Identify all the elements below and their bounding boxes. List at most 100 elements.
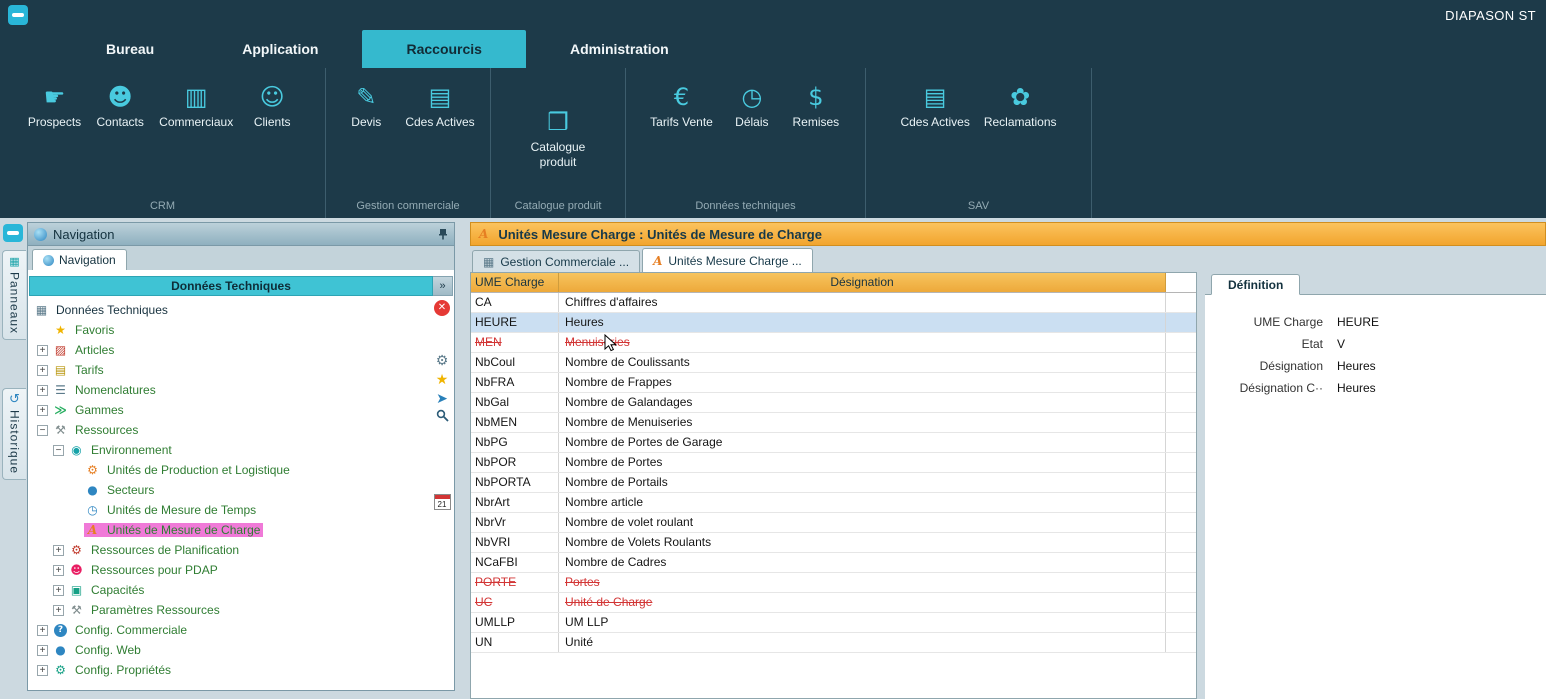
contacts-button[interactable]: ☻ Contacts — [89, 80, 151, 132]
expand-icon[interactable]: + — [53, 605, 64, 616]
field-value[interactable]: HEURE — [1337, 315, 1379, 329]
field-label: Désignation — [1215, 359, 1323, 373]
field-value[interactable]: Heures — [1337, 381, 1376, 395]
tree-item[interactable]: − ⚒ Ressources — [28, 420, 430, 440]
table-row[interactable]: NbPGNombre de Portes de Garage — [471, 433, 1196, 453]
tree-item[interactable]: + ▨ Articles — [28, 340, 430, 360]
commerciaux-button[interactable]: ▥ Commerciaux — [153, 80, 239, 132]
table-row[interactable]: NbrVrNombre de volet roulant — [471, 513, 1196, 533]
dock-collapse-button[interactable] — [3, 224, 23, 242]
collapse-icon[interactable]: − — [53, 445, 64, 456]
expand-icon[interactable]: + — [37, 385, 48, 396]
field-value[interactable]: V — [1337, 337, 1345, 351]
sav-cdes-actives-button[interactable]: ▤ Cdes Actives — [894, 80, 975, 132]
reclamations-button[interactable]: ✿ Reclamations — [978, 80, 1063, 132]
table-row-deleted[interactable]: MENMenuiseries — [471, 333, 1196, 353]
field-value[interactable]: Heures — [1337, 359, 1376, 373]
tree-item[interactable]: + ≫ Gammes — [28, 400, 430, 420]
tree-item[interactable]: + ☻ Ressources pour PDAP — [28, 560, 430, 580]
table-row[interactable]: NCaFBINombre de Cadres — [471, 553, 1196, 573]
cdes-actives-button[interactable]: ▤ Cdes Actives — [399, 80, 480, 132]
tab-gestion-commerciale[interactable]: ▦ Gestion Commerciale ... — [472, 250, 640, 272]
table-row[interactable]: UNUnité — [471, 633, 1196, 653]
tree-item[interactable]: + ⚒ Paramètres Ressources — [28, 600, 430, 620]
expand-icon[interactable]: + — [37, 405, 48, 416]
group-label-donnees-techniques: Données techniques — [626, 196, 865, 218]
expand-icon[interactable]: + — [37, 625, 48, 636]
clients-button[interactable]: ☺ Clients — [241, 80, 303, 132]
expand-icon[interactable]: + — [53, 565, 64, 576]
table-row-deleted[interactable]: PORTEPortes — [471, 573, 1196, 593]
table-row[interactable]: UMLLPUM LLP — [471, 613, 1196, 633]
calendar-icon[interactable]: 21 — [434, 494, 451, 510]
tree-item[interactable]: − ◉ Environnement — [28, 440, 430, 460]
tree-item[interactable]: ★ Favoris — [28, 320, 430, 340]
table-row[interactable]: NbGalNombre de Galandages — [471, 393, 1196, 413]
tab-label: Historique — [8, 410, 22, 474]
definition-panel: Définition UME Charge HEURE Etat V Désig… — [1205, 272, 1546, 699]
tree-item[interactable]: + ⚙ Config. Propriétés — [28, 660, 430, 680]
ribbon-tab-bureau[interactable]: Bureau — [62, 30, 198, 68]
ribbon-tab-application[interactable]: Application — [198, 30, 362, 68]
delais-button[interactable]: ◷ Délais — [721, 80, 783, 132]
tab-historique[interactable]: ↺ Historique — [2, 388, 26, 480]
tree-item[interactable]: + ● Config. Web — [28, 640, 430, 660]
expand-icon[interactable]: + — [37, 365, 48, 376]
favorites-star-icon[interactable]: ★ — [436, 371, 449, 390]
navigation-tab[interactable]: Navigation — [32, 249, 127, 270]
tree-item[interactable]: + ▤ Tarifs — [28, 360, 430, 380]
expand-icon[interactable]: + — [37, 345, 48, 356]
tree-item[interactable]: + ☰ Nomenclatures — [28, 380, 430, 400]
expand-icon[interactable]: + — [37, 665, 48, 676]
expand-icon[interactable]: + — [37, 645, 48, 656]
close-icon[interactable]: ✕ — [434, 300, 450, 316]
ribbon-tab-administration[interactable]: Administration — [526, 30, 713, 68]
table-row[interactable]: NbrArtNombre article — [471, 493, 1196, 513]
cell-code: NbrVr — [471, 513, 559, 532]
table-row[interactable]: NbVRINombre de Volets Roulants — [471, 533, 1196, 553]
column-header-ume-charge[interactable]: UME Charge — [471, 273, 559, 292]
document-titlebar: A Unités Mesure Charge : Unités de Mesur… — [470, 222, 1546, 246]
pointer-arrow-icon[interactable]: ➤ — [436, 390, 448, 409]
cell-code: NbCoul — [471, 353, 559, 372]
tab-unites-mesure-charge[interactable]: A Unités Mesure Charge ... — [642, 248, 813, 272]
column-header-designation[interactable]: Désignation — [559, 273, 1166, 292]
tree-item[interactable]: ◷ Unités de Mesure de Temps — [28, 500, 430, 520]
tab-panneaux[interactable]: ▦ Panneaux — [2, 250, 26, 340]
tree-item[interactable]: + ⚙ Ressources de Planification — [28, 540, 430, 560]
table-row[interactable]: NbMENNombre de Menuiseries — [471, 413, 1196, 433]
table-row[interactable]: NbCoulNombre de Coulissants — [471, 353, 1196, 373]
pin-icon[interactable] — [438, 228, 448, 240]
devis-button[interactable]: ✎ Devis — [335, 80, 397, 132]
tarifs-vente-button[interactable]: € Tarifs Vente — [644, 80, 719, 132]
table-row[interactable]: NbPORTANombre de Portails — [471, 473, 1196, 493]
tree-item-label: Secteurs — [104, 483, 157, 497]
tree-item[interactable]: ▦ Données Techniques — [28, 300, 430, 320]
tree-item[interactable]: + ? Config. Commerciale — [28, 620, 430, 640]
table-row-selected[interactable]: HEUREHeures — [471, 313, 1196, 333]
ribbon-tab-raccourcis[interactable]: Raccourcis — [362, 30, 525, 68]
table-row[interactable]: CAChiffres d'affaires — [471, 293, 1196, 313]
catalogue-produit-button[interactable]: ❒ Catalogue produit — [517, 105, 599, 172]
tree-item-selected[interactable]: A Unités de Mesure de Charge — [28, 520, 430, 540]
app-logo-icon[interactable] — [8, 5, 28, 25]
tree-item[interactable]: + ▣ Capacités — [28, 580, 430, 600]
cell-code: HEURE — [471, 313, 559, 332]
search-icon[interactable] — [436, 409, 449, 428]
tab-definition[interactable]: Définition — [1211, 274, 1300, 295]
tree-expand-button[interactable]: » — [433, 276, 453, 296]
collapse-icon[interactable]: − — [37, 425, 48, 436]
table-row[interactable]: NbPORNombre de Portes — [471, 453, 1196, 473]
table-row-deleted[interactable]: UCUnité de Charge — [471, 593, 1196, 613]
tree-item[interactable]: ● Secteurs — [28, 480, 430, 500]
prospects-button[interactable]: ☛ Prospects — [22, 80, 87, 132]
cell-code: NbPG — [471, 433, 559, 452]
group-label-sav: SAV — [866, 196, 1091, 218]
ressources-pdap-icon: ☻ — [68, 563, 85, 577]
remises-button[interactable]: $ Remises — [785, 80, 847, 132]
expand-icon[interactable]: + — [53, 545, 64, 556]
table-row[interactable]: NbFRANombre de Frappes — [471, 373, 1196, 393]
settings-icon[interactable]: ⚙ — [436, 352, 449, 371]
expand-icon[interactable]: + — [53, 585, 64, 596]
tree-item[interactable]: ⚙ Unités de Production et Logistique — [28, 460, 430, 480]
